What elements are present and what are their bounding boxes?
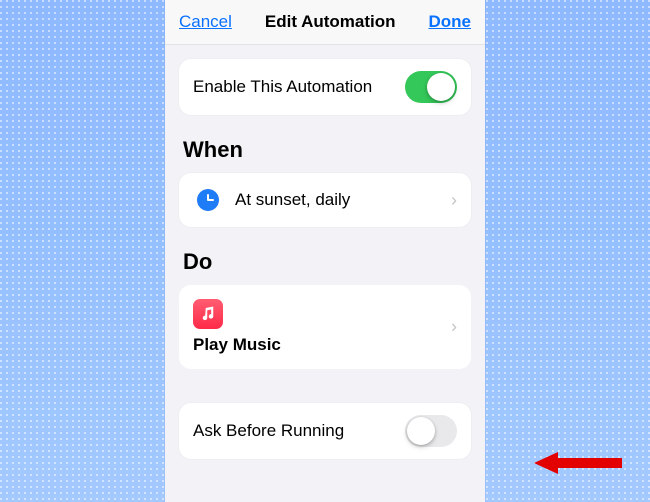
chevron-right-icon: › [451, 190, 457, 211]
annotation-arrow-icon [534, 450, 622, 476]
do-section-header: Do [183, 249, 467, 275]
ask-before-running-toggle[interactable] [405, 415, 457, 447]
do-action-label: Play Music [193, 335, 457, 355]
done-button[interactable]: Done [429, 12, 472, 32]
ask-before-running-label: Ask Before Running [193, 421, 405, 441]
cancel-button[interactable]: Cancel [179, 12, 232, 32]
music-app-icon [193, 299, 223, 329]
clock-icon [193, 185, 223, 215]
navbar: Cancel Edit Automation Done [165, 0, 485, 45]
when-trigger-row[interactable]: At sunset, daily › [179, 173, 471, 227]
do-action-row[interactable]: Play Music › [179, 285, 471, 369]
enable-automation-row: Enable This Automation [179, 59, 471, 115]
toggle-knob [407, 417, 435, 445]
ask-before-running-row: Ask Before Running [179, 403, 471, 459]
toggle-knob [427, 73, 455, 101]
content-area: Enable This Automation When At sunset, d… [165, 45, 485, 502]
chevron-right-icon: › [451, 317, 457, 338]
page-title: Edit Automation [265, 12, 396, 32]
when-trigger-label: At sunset, daily [235, 190, 443, 210]
enable-automation-label: Enable This Automation [193, 77, 405, 97]
when-section-header: When [183, 137, 467, 163]
enable-automation-toggle[interactable] [405, 71, 457, 103]
edit-automation-screen: Cancel Edit Automation Done Enable This … [165, 0, 485, 502]
